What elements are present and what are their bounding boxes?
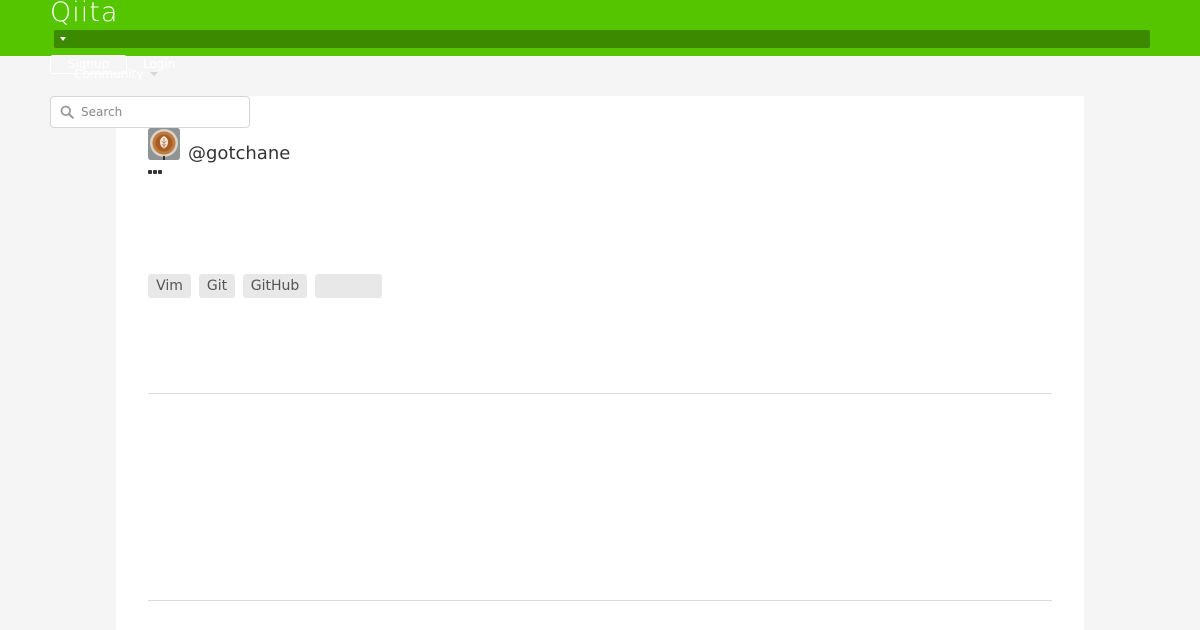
tag-git[interactable]: Git: [199, 274, 235, 298]
avatar[interactable]: [148, 128, 180, 160]
chevron-down-icon[interactable]: [60, 37, 66, 41]
section-divider: [148, 393, 1052, 394]
search-icon: [60, 105, 74, 119]
section-divider: [148, 600, 1052, 601]
search-box[interactable]: [50, 96, 250, 128]
profile-card: [116, 96, 1084, 630]
more-dot: [148, 170, 152, 174]
tag-blank[interactable]: [315, 274, 382, 298]
signup-button[interactable]: Signup: [50, 55, 127, 74]
search-input[interactable]: [81, 102, 241, 122]
qiita-logo[interactable]: Qiita: [50, 0, 118, 31]
more-dot: [158, 170, 162, 174]
profile-username: @gotchane: [188, 143, 291, 164]
top-header: Qiita: [0, 0, 1200, 56]
latte-art-avatar-image: [148, 128, 180, 160]
tag-vim[interactable]: Vim: [148, 274, 191, 298]
header-nav-bar: [54, 30, 1150, 48]
more-icon[interactable]: [148, 170, 164, 176]
tag-github[interactable]: GitHub: [243, 274, 307, 298]
community-chevron-down-icon[interactable]: [150, 72, 158, 76]
login-link[interactable]: Login: [143, 57, 175, 72]
more-dot: [153, 170, 157, 174]
